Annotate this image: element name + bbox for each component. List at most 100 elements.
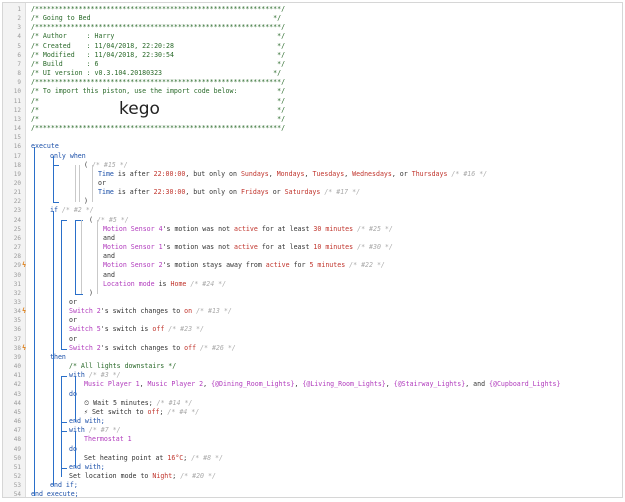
code-text: /* Going to Bed */ [31,14,281,23]
code-line[interactable]: 54 end execute; [3,490,622,498]
code-line[interactable]: 45 ⚡ Set switch to off; /* #4 */ [3,408,622,417]
code-token: Tuesdays [312,169,345,178]
code-comment: /* #24 */ [186,279,227,288]
code-line[interactable]: 47 with /* #7 */ [3,426,622,435]
device-name[interactable]: Switch 5 [69,325,101,333]
code-line[interactable]: 22) [3,197,622,206]
code-line[interactable]: 37 or [3,335,622,344]
line-number: 13 [13,115,21,123]
device-name[interactable]: Music Player 1 [84,380,140,388]
code-line[interactable]: 29 ϟ Motion Sensor 2's motion stays away f… [3,261,622,270]
code-line[interactable]: 9 /**************************************… [3,78,622,87]
device-name[interactable]: Motion Sensor 4 [103,225,163,233]
device-name[interactable]: Motion Sensor 2 [103,261,163,269]
code-line[interactable]: 8 /* UI version : v0.3.104.20180323 */ [3,69,622,78]
code-line[interactable]: 49 do [3,445,622,454]
code-line[interactable]: 53 end if; [3,481,622,490]
code-line[interactable]: 44 ⏲ Wait 5 minutes; /* #14 */ [3,399,622,408]
block-guide-tick [61,431,67,433]
code-line[interactable]: 40 /* All lights downstairs */ [3,362,622,371]
code-line[interactable]: 5 /* Created : 11/04/2018, 22:20:28 */ [3,42,622,51]
code-line[interactable]: 34 ϟ Switch 2's switch changes to on /* #1… [3,307,622,316]
code-line[interactable]: 13/* */ [3,115,622,124]
code-line[interactable]: 19 Time is after 22:00:00, but only on Su… [3,170,622,179]
code-line[interactable]: 25 Motion Sensor 4's motion was not activ… [3,225,622,234]
code-line[interactable]: 23 if /* #2 */ [3,206,622,215]
code-line[interactable]: 32) [3,289,622,298]
line-number: 41 [13,372,21,380]
code-text: /* Created : 11/04/2018, 22:20:28 */ [31,42,285,51]
code-token: /* Build : 6 */ [31,59,286,68]
code-line[interactable]: 35 or [3,316,622,325]
code-line[interactable]: 20 or [3,179,622,188]
code-comment: /* #17 */ [320,188,361,197]
line-number: 7 [17,60,21,68]
code-line[interactable]: 52 Set location mode to Night; /* #20 */ [3,472,622,481]
line-number: 34 [13,308,21,316]
code-line[interactable]: 30 and [3,271,622,280]
code-text: Location mode is Home /* #24 */ [103,280,226,289]
device-name[interactable]: Thermostat 1 [84,435,132,443]
device-name[interactable]: Location mode [103,280,155,288]
code-token: end execute; [31,490,79,498]
device-name[interactable]: Switch 2 [69,344,101,352]
line-number: 27 [13,244,21,252]
code-line[interactable]: 26 and [3,234,622,243]
code-comment: /* #20 */ [180,471,216,480]
code-token: {@Living_Room_Lights} [302,380,386,389]
code-line[interactable]: 10 /* To import this piston, use the impo… [3,87,622,96]
block-guide-line [61,220,62,349]
code-line[interactable]: 48 Thermostat 1 [3,435,622,444]
code-line[interactable]: 38 ϟ Switch 2's switch changes to off /* #… [3,344,622,353]
device-name[interactable]: Music Player 2 [148,380,204,388]
code-line[interactable]: 39 then [3,353,622,362]
code-token: Mondays [276,169,305,178]
code-line[interactable]: 50 Set heating point at 16°C; /* #8 */ [3,454,622,463]
code-token: /***************************************… [31,23,286,32]
code-line[interactable]: 33 or [3,298,622,307]
code-text: with /* #7 */ [69,426,121,435]
code-line[interactable]: 4 /* Author : Harry */ [3,32,622,41]
code-line[interactable]: 2 /* Going to Bed */ [3,14,622,23]
code-token: /* UI version : v0.3.104.20180323 */ [31,69,282,78]
code-line[interactable]: 21 Time is after 22:30:00, but only on Fr… [3,188,622,197]
code-line[interactable]: 16 execute [3,142,622,151]
code-line[interactable]: 46 end with; [3,417,622,426]
code-line[interactable]: 7 /* Build : 6 */ [3,60,622,69]
code-line[interactable]: 27 Motion Sensor 1's motion was not activ… [3,243,622,252]
code-line[interactable]: 24 ( /* #5 */ [3,216,622,225]
code-line[interactable]: 11/* */ [3,97,622,106]
code-line[interactable]: 31 Location mode is Home /* #24 */ [3,280,622,289]
device-name[interactable]: Motion Sensor 1 [103,243,163,251]
code-token: ; [172,471,181,480]
code-line[interactable]: 15 [3,133,622,142]
code-token: is after [113,188,154,197]
code-line[interactable]: 17 only when [3,152,622,161]
code-line[interactable]: 43 do [3,390,622,399]
code-token: /* Going to Bed */ [31,14,282,23]
code-line[interactable]: 12/* */ [3,106,622,115]
code-line[interactable]: 1 /**************************************… [3,5,622,14]
code-line[interactable]: 18 ( /* #15 */ [3,161,622,170]
trigger-icon: ϟ [22,343,27,352]
code-text: /* UI version : v0.3.104.20180323 */ [31,69,281,78]
code-token: {@Cupboard_Lights} [489,380,561,389]
code-line[interactable]: 14 /*************************************… [3,124,622,133]
code-line[interactable]: 42 Music Player 1, Music Player 2, {@Dini… [3,380,622,389]
line-number: 46 [13,418,21,426]
code-token: execute [31,142,59,151]
device-name[interactable]: Switch 2 [69,307,101,315]
code-line[interactable]: 28 and [3,252,622,261]
code-line[interactable]: 41 with /* #3 */ [3,371,622,380]
code-token: Thursdays [411,169,448,178]
code-line[interactable]: 3 /**************************************… [3,23,622,32]
code-token: Time [98,169,114,178]
code-comment: /* #14 */ [156,398,193,407]
code-editor[interactable]: 1 /**************************************… [2,2,623,498]
line-number: 43 [13,390,21,398]
code-token: /* Modified : 11/04/2018, 22:30:54 */ [31,50,286,59]
code-line[interactable]: 6 /* Modified : 11/04/2018, 22:30:54 */ [3,51,622,60]
code-text: or [98,179,106,188]
code-line[interactable]: 36 Switch 5's switch is off /* #23 */ [3,325,622,334]
code-line[interactable]: 51 end with; [3,463,622,472]
